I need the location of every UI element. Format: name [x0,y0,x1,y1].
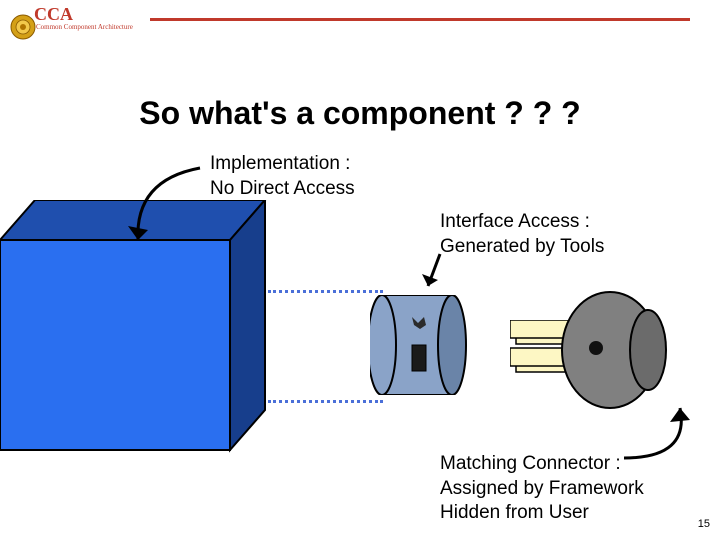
slide-header: CCA Common Component Architecture [0,8,720,42]
page-number: 15 [698,518,710,530]
dotted-connector-bottom [268,400,383,403]
arrow-implementation [120,160,240,260]
header-rule [150,18,690,21]
dotted-connector-top [268,290,383,293]
header-subtitle: Common Component Architecture [36,23,133,31]
header-acronym: CCA [34,4,73,25]
slide-title: So what's a component ? ? ? [0,95,720,132]
arrow-connector [620,400,710,470]
label-interface: Interface Access :Generated by Tools [440,210,604,259]
interface-cylinder [370,295,470,395]
label-connector: Matching Connector :Assigned by Framewor… [440,452,644,526]
arrow-interface [420,250,460,300]
cca-logo [10,14,36,45]
